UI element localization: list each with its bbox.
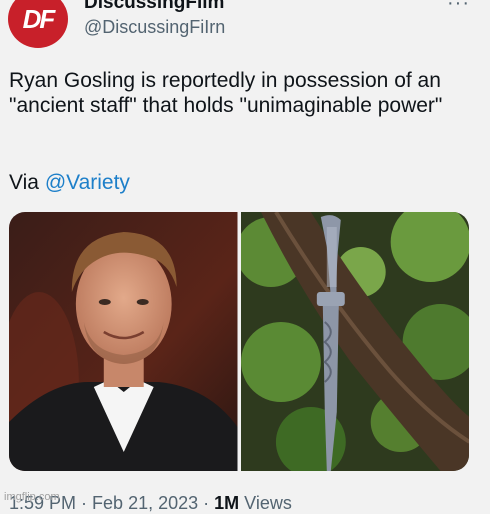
portrait-photo-graphic: [9, 212, 238, 471]
tweet-text: Ryan Gosling is reportedly in possession…: [9, 69, 443, 117]
separator: ·: [76, 493, 93, 513]
via-prefix: Via: [9, 171, 45, 194]
tweet-via: Via @Variety: [9, 171, 130, 195]
staff-photo-graphic: [240, 212, 469, 471]
views-count[interactable]: 1M: [214, 493, 239, 513]
more-options-icon[interactable]: ···: [447, 0, 470, 15]
views-label: Views: [239, 493, 292, 513]
imgflip-watermark: imgflip.com: [4, 491, 60, 503]
staff-in-tree-photo[interactable]: [240, 212, 469, 471]
tweet-media[interactable]: [9, 212, 469, 471]
portrait-photo[interactable]: [9, 212, 238, 471]
account-handle[interactable]: @DiscussingFiIrn: [84, 17, 225, 38]
variety-mention-link[interactable]: @Variety: [45, 171, 130, 194]
account-name[interactable]: DiscussingFilm: [84, 0, 224, 14]
separator: ·: [198, 493, 215, 513]
account-avatar[interactable]: DF: [8, 0, 68, 48]
tweet-date[interactable]: Feb 21, 2023: [92, 493, 198, 513]
